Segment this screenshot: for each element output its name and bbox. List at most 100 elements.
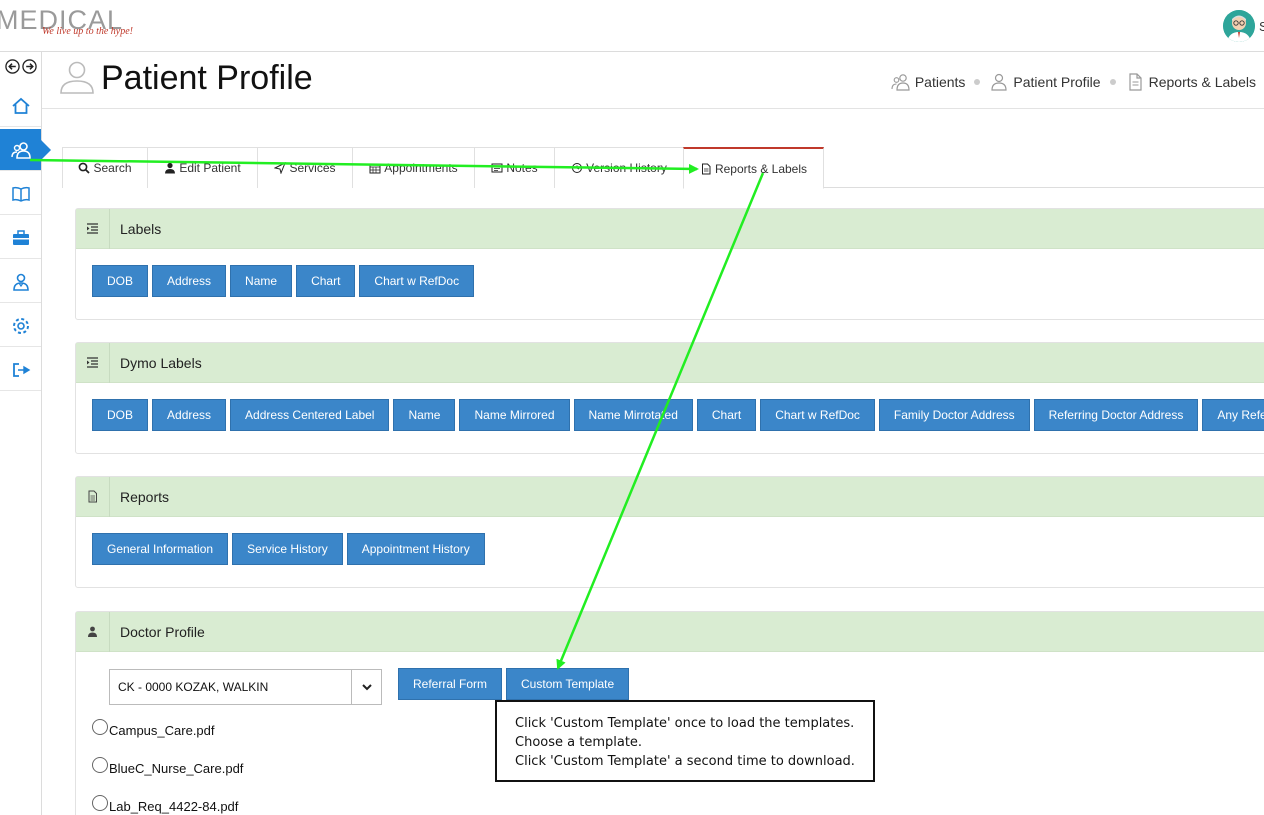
report-service-history-button[interactable]: Service History [232, 533, 343, 565]
file-icon [1128, 73, 1142, 91]
callout-line: Click 'Custom Template' once to load the… [515, 716, 855, 731]
sidebar-item-settings[interactable] [0, 305, 41, 347]
file-icon [701, 163, 711, 174]
file-icon [76, 476, 110, 517]
doctor-avatar-icon [1223, 10, 1255, 42]
doctor-select[interactable]: CK - 0000 KOZAK, WALKIN [109, 669, 382, 705]
label-name-button[interactable]: Name [230, 265, 293, 297]
dymo-chart-button[interactable]: Chart [696, 399, 757, 431]
callout-line: Click 'Custom Template' a second time to… [515, 754, 855, 769]
radio-button[interactable] [92, 756, 108, 773]
indent-icon [76, 208, 110, 249]
dymo-dob-button[interactable]: DOB [92, 399, 149, 431]
dymo-any-referring-button[interactable]: Any Referring [1202, 399, 1264, 431]
user-icon [991, 73, 1008, 91]
search-icon [79, 162, 91, 174]
breadcrumb-label: Reports & Labels [1148, 74, 1256, 90]
tab-version-history[interactable]: Version History [554, 147, 684, 188]
history-icon [572, 163, 583, 173]
back-arrow-icon[interactable] [5, 59, 20, 74]
doctor-icon [12, 273, 29, 291]
report-general-info-button[interactable]: General Information [92, 533, 229, 565]
book-icon [11, 186, 30, 202]
breadcrumb-reports-labels[interactable]: Reports & Labels [1125, 73, 1256, 91]
panel-title: Dymo Labels [120, 354, 202, 371]
patients-icon [891, 74, 910, 91]
sidebar-item-doctor[interactable] [0, 261, 41, 303]
tab-search[interactable]: Search [62, 147, 148, 188]
home-icon [11, 97, 30, 114]
chevron-down-icon[interactable] [351, 670, 381, 704]
label-address-button[interactable]: Address [152, 265, 227, 297]
label-chart-button[interactable]: Chart [296, 265, 356, 297]
dymo-name-mirrotated-button[interactable]: Name Mirrotated [573, 399, 693, 431]
briefcase-icon [12, 229, 29, 245]
dymo-chart-refdoc-button[interactable]: Chart w RefDoc [760, 399, 875, 431]
indent-icon [76, 342, 110, 383]
breadcrumb-separator [1109, 79, 1116, 85]
template-name: BlueC_Nurse_Care.pdf [109, 761, 244, 776]
tab-edit-patient[interactable]: Edit Patient [147, 147, 258, 188]
calendar-icon [369, 163, 381, 174]
user-icon [165, 162, 176, 174]
reports-panel: Reports General Information Service Hist… [75, 476, 1264, 588]
patients-icon [10, 141, 31, 159]
dymo-name-button[interactable]: Name [393, 399, 456, 431]
dymo-address-button[interactable]: Address [152, 399, 227, 431]
notes-icon [491, 163, 503, 173]
user-outline-icon [60, 61, 94, 94]
tab-label: Appointments [384, 161, 458, 175]
label-chart-refdoc-button[interactable]: Chart w RefDoc [359, 265, 475, 297]
radio-button[interactable] [92, 794, 108, 811]
user-avatar[interactable] [1223, 10, 1255, 42]
template-name: Lab_Req_4422-84.pdf [109, 799, 239, 814]
panel-header: Dymo Labels [76, 342, 1264, 383]
logout-icon [12, 362, 30, 377]
radio-button[interactable] [92, 718, 108, 735]
breadcrumb-separator [974, 79, 981, 85]
forward-arrow-icon[interactable] [22, 59, 37, 74]
doctor-button-row: Referral Form Custom Template [398, 668, 630, 700]
report-appointment-history-button[interactable]: Appointment History [346, 533, 485, 565]
page-title: Patient Profile [101, 59, 313, 97]
tab-label: Services [289, 161, 336, 175]
tab-label: Edit Patient [179, 161, 241, 175]
labels-button-row: DOB Address Name Chart Chart w RefDoc [92, 265, 475, 297]
profile-tabs: Search Edit Patient Services Appointment… [62, 147, 1264, 189]
label-dob-button[interactable]: DOB [92, 265, 149, 297]
logo-tagline: We live up to the hype! [42, 26, 133, 37]
tab-label: Search [93, 161, 132, 175]
custom-template-button[interactable]: Custom Template [506, 668, 630, 700]
dymo-referring-doctor-button[interactable]: Referring Doctor Address [1033, 399, 1199, 431]
callout-line: Choose a template. [515, 735, 643, 750]
dymo-name-mirrored-button[interactable]: Name Mirrored [459, 399, 570, 431]
template-option[interactable]: BlueC_Nurse_Care.pdf [92, 756, 244, 776]
breadcrumb-patients[interactable]: Patients [891, 73, 966, 91]
panel-header: Labels [76, 208, 1264, 249]
doctor-select-value: CK - 0000 KOZAK, WALKIN [118, 680, 269, 694]
dymo-address-centered-button[interactable]: Address Centered Label [230, 399, 390, 431]
template-option[interactable]: Lab_Req_4422-84.pdf [92, 794, 239, 814]
panel-header: Reports [76, 476, 1264, 517]
send-icon [274, 162, 287, 174]
dymo-family-doctor-button[interactable]: Family Doctor Address [878, 399, 1030, 431]
breadcrumb-patient-profile[interactable]: Patient Profile [989, 73, 1101, 91]
user-name[interactable]: S [1259, 19, 1264, 34]
template-option[interactable]: Campus_Care.pdf [92, 718, 215, 738]
sidebar-item-book[interactable] [0, 173, 41, 215]
app-logo[interactable]: MEDICAL We live up to the hype! [0, 2, 133, 48]
gear-icon [12, 317, 29, 334]
sidebar-item-briefcase[interactable] [0, 217, 41, 259]
tab-reports-labels[interactable]: Reports & Labels [683, 147, 824, 189]
referral-form-button[interactable]: Referral Form [398, 668, 503, 700]
tab-services[interactable]: Services [257, 147, 353, 188]
panel-header: Doctor Profile [76, 611, 1264, 652]
app-root: MEDICAL We live up to the hype! S Patien… [0, 0, 1264, 815]
sidebar-item-logout[interactable] [0, 349, 41, 391]
tab-notes[interactable]: Notes [474, 147, 555, 188]
tab-label: Notes [506, 161, 538, 175]
breadcrumb-label: Patients [914, 74, 966, 90]
sidebar-item-home[interactable] [0, 85, 41, 127]
sidebar-item-patients[interactable] [0, 129, 51, 171]
tab-appointments[interactable]: Appointments [352, 147, 475, 188]
